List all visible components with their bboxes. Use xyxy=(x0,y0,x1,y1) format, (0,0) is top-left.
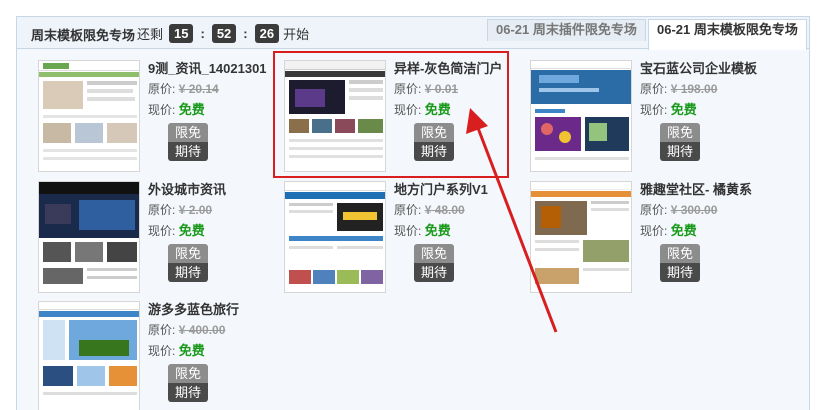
original-price: 原价: ¥ 300.00 xyxy=(640,200,770,220)
template-thumbnail[interactable] xyxy=(38,60,140,172)
template-item: 外设城市资讯 原价: ¥ 2.00 现价: 免费 限免 期待 xyxy=(38,181,270,299)
countdown-hours: 15 xyxy=(169,23,194,43)
free-badge-button[interactable]: 限免 期待 xyxy=(660,244,700,282)
template-thumbnail[interactable] xyxy=(38,181,140,293)
template-item: 9测_资讯_14021301 原价: ¥ 20.14 现价: 免费 限免 期待 xyxy=(38,60,270,178)
original-price: 原价: ¥ 20.14 xyxy=(148,79,278,99)
template-item: 游多多蓝色旅行 原价: ¥ 400.00 现价: 免费 限免 期待 xyxy=(38,301,270,410)
current-price: 现价: 免费 xyxy=(148,221,278,241)
countdown-minutes: 52 xyxy=(211,23,237,43)
current-price: 现价: 免费 xyxy=(148,341,278,361)
current-price-value: 免费 xyxy=(178,223,205,238)
original-price-value: ¥ 400.00 xyxy=(178,323,226,337)
panel-title: 周末模板限免专场 xyxy=(31,28,136,43)
current-price-value: 免费 xyxy=(670,102,697,117)
template-thumbnail[interactable] xyxy=(284,181,386,293)
current-price: 现价: 免费 xyxy=(640,221,770,241)
current-price: 现价: 免费 xyxy=(148,100,278,120)
original-price-label: 原价: xyxy=(148,323,176,337)
original-price-label: 原价: xyxy=(394,203,422,217)
current-price-value: 免费 xyxy=(670,223,697,238)
original-price-value: ¥ 20.14 xyxy=(178,82,219,96)
current-price-label: 现价: xyxy=(148,344,176,358)
original-price-value: ¥ 198.00 xyxy=(670,82,718,96)
template-thumbnail[interactable] xyxy=(530,181,632,293)
current-price-value: 免费 xyxy=(424,223,451,238)
countdown-seconds: 26 xyxy=(254,23,280,43)
template-info: 宝石蓝公司企业模板 原价: ¥ 198.00 现价: 免费 限免 期待 xyxy=(640,60,770,161)
badge-bottom: 期待 xyxy=(414,263,454,282)
template-info: 9测_资讯_14021301 原价: ¥ 20.14 现价: 免费 限免 期待 xyxy=(148,60,278,161)
original-price-value: ¥ 48.00 xyxy=(424,203,465,217)
template-thumbnail[interactable] xyxy=(38,301,140,410)
badge-bottom: 期待 xyxy=(168,383,208,402)
current-price: 现价: 免费 xyxy=(394,221,524,241)
template-thumbnail[interactable] xyxy=(530,60,632,172)
highlight-box xyxy=(273,51,509,178)
badge-bottom: 期待 xyxy=(168,263,208,282)
original-price: 原价: ¥ 2.00 xyxy=(148,200,278,220)
original-price-value: ¥ 300.00 xyxy=(670,203,718,217)
tab-plugin-promo[interactable]: 06-21 周末插件限免专场 xyxy=(487,19,646,41)
current-price-label: 现价: xyxy=(148,103,176,117)
current-price-label: 现价: xyxy=(394,224,422,238)
free-badge-button[interactable]: 限免 期待 xyxy=(168,364,208,402)
countdown: 还剩 15 : 52 : 26 开始 xyxy=(137,22,309,44)
template-info: 游多多蓝色旅行 原价: ¥ 400.00 现价: 免费 限免 期待 xyxy=(148,301,278,402)
badge-top: 限免 xyxy=(414,244,454,263)
template-name[interactable]: 地方门户系列V1 xyxy=(394,181,524,199)
original-price-label: 原价: xyxy=(640,203,668,217)
template-name[interactable]: 外设城市资讯 xyxy=(148,181,278,199)
badge-top: 限免 xyxy=(168,364,208,383)
current-price: 现价: 免费 xyxy=(640,100,770,120)
template-info: 雅趣堂社区- 橘黄系 原价: ¥ 300.00 现价: 免费 限免 期待 xyxy=(640,181,770,282)
template-info: 外设城市资讯 原价: ¥ 2.00 现价: 免费 限免 期待 xyxy=(148,181,278,282)
countdown-separator: : xyxy=(243,25,248,41)
template-name[interactable]: 游多多蓝色旅行 xyxy=(148,301,278,319)
original-price-label: 原价: xyxy=(640,82,668,96)
badge-bottom: 期待 xyxy=(168,142,208,161)
current-price-label: 现价: xyxy=(640,224,668,238)
countdown-label: 还剩 xyxy=(137,26,164,42)
free-badge-button[interactable]: 限免 期待 xyxy=(414,244,454,282)
panel-header: 周末模板限免专场 还剩 15 : 52 : 26 开始 06-21 周末插件限免… xyxy=(17,17,809,50)
free-badge-button[interactable]: 限免 期待 xyxy=(168,123,208,161)
current-price-label: 现价: xyxy=(640,103,668,117)
badge-top: 限免 xyxy=(660,123,700,142)
original-price: 原价: ¥ 198.00 xyxy=(640,79,770,99)
current-price-value: 免费 xyxy=(178,343,205,358)
countdown-suffix: 开始 xyxy=(283,26,310,42)
countdown-separator: : xyxy=(200,25,205,41)
current-price-value: 免费 xyxy=(178,102,205,117)
template-name[interactable]: 宝石蓝公司企业模板 xyxy=(640,60,770,78)
badge-top: 限免 xyxy=(168,123,208,142)
free-badge-button[interactable]: 限免 期待 xyxy=(660,123,700,161)
original-price-label: 原价: xyxy=(148,82,176,96)
current-price-label: 现价: xyxy=(148,224,176,238)
badge-bottom: 期待 xyxy=(660,142,700,161)
template-item: 雅趣堂社区- 橘黄系 原价: ¥ 300.00 现价: 免费 限免 期待 xyxy=(530,181,762,299)
original-price: 原价: ¥ 48.00 xyxy=(394,200,524,220)
free-badge-button[interactable]: 限免 期待 xyxy=(168,244,208,282)
template-info: 地方门户系列V1 原价: ¥ 48.00 现价: 免费 限免 期待 xyxy=(394,181,524,282)
tab-template-promo[interactable]: 06-21 周末模板限免专场 xyxy=(648,19,807,50)
original-price-value: ¥ 2.00 xyxy=(178,203,213,217)
template-name[interactable]: 雅趣堂社区- 橘黄系 xyxy=(640,181,770,199)
badge-top: 限免 xyxy=(168,244,208,263)
template-name[interactable]: 9测_资讯_14021301 xyxy=(148,60,278,78)
template-item: 宝石蓝公司企业模板 原价: ¥ 198.00 现价: 免费 限免 期待 xyxy=(530,60,762,178)
template-item: 地方门户系列V1 原价: ¥ 48.00 现价: 免费 限免 期待 xyxy=(284,181,516,299)
original-price: 原价: ¥ 400.00 xyxy=(148,320,278,340)
badge-top: 限免 xyxy=(660,244,700,263)
badge-bottom: 期待 xyxy=(660,263,700,282)
original-price-label: 原价: xyxy=(148,203,176,217)
